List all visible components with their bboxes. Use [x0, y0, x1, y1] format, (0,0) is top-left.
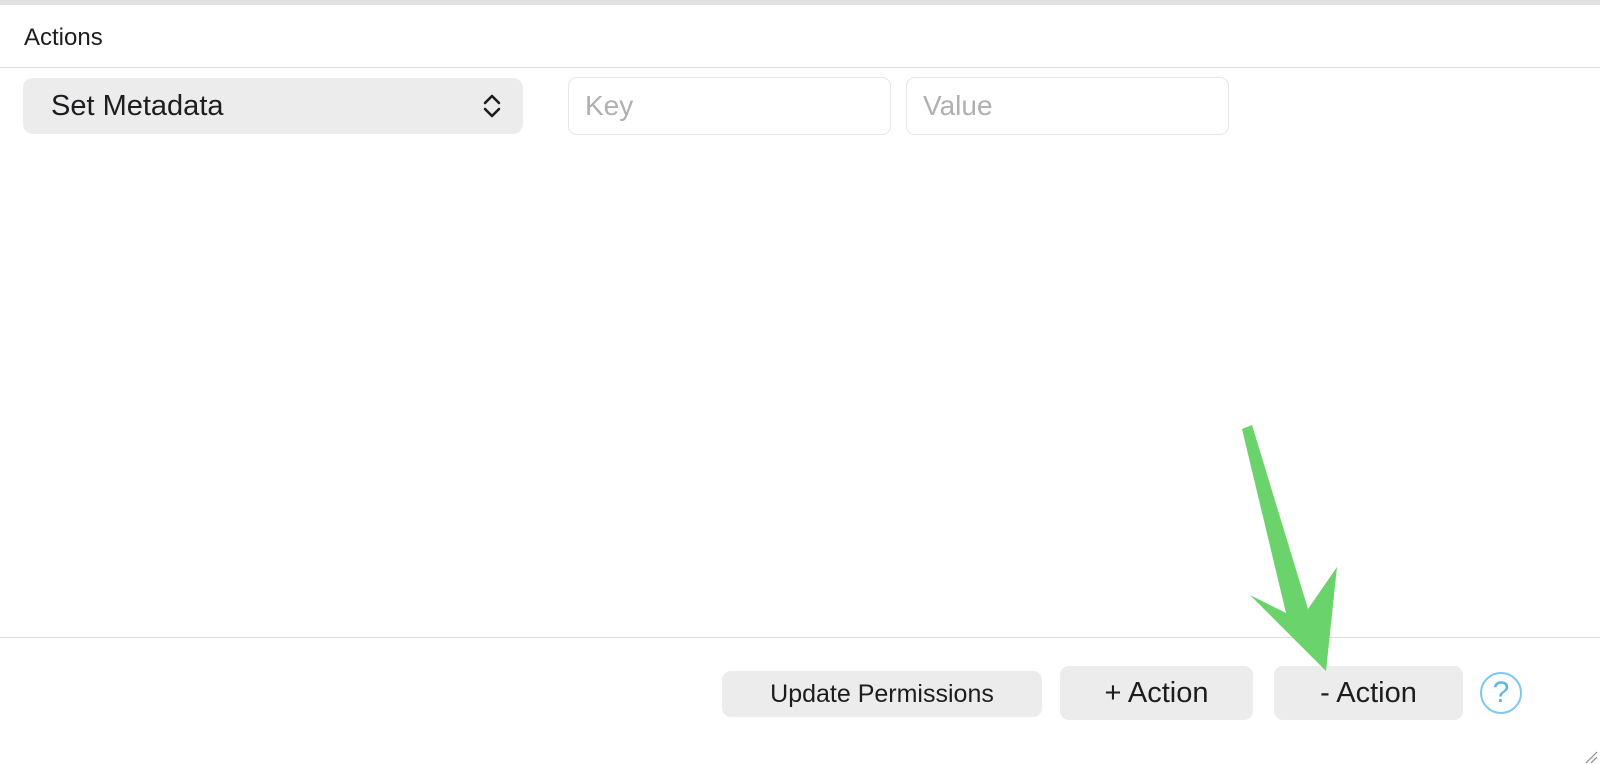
- key-field[interactable]: [568, 77, 891, 135]
- footer-divider: [0, 637, 1600, 638]
- resize-grip-icon[interactable]: [1584, 750, 1598, 764]
- action-type-label: Set Metadata: [51, 90, 224, 122]
- value-field[interactable]: [906, 77, 1229, 135]
- key-input[interactable]: [569, 78, 890, 134]
- chevron-up-down-icon: [483, 94, 501, 118]
- update-permissions-button[interactable]: Update Permissions: [722, 671, 1042, 717]
- section-title: Actions: [24, 24, 103, 51]
- actions-header: Actions: [0, 5, 1600, 68]
- actions-panel: Actions Set Metadata Update Permissions …: [0, 0, 1600, 764]
- value-input[interactable]: [907, 78, 1228, 134]
- action-type-popup[interactable]: Set Metadata: [23, 78, 523, 134]
- remove-action-button[interactable]: - Action: [1274, 666, 1463, 720]
- question-mark-icon: ?: [1492, 676, 1510, 709]
- help-button[interactable]: ?: [1480, 672, 1522, 714]
- annotation-arrow-shape: [1242, 425, 1337, 671]
- add-action-button[interactable]: + Action: [1060, 666, 1253, 720]
